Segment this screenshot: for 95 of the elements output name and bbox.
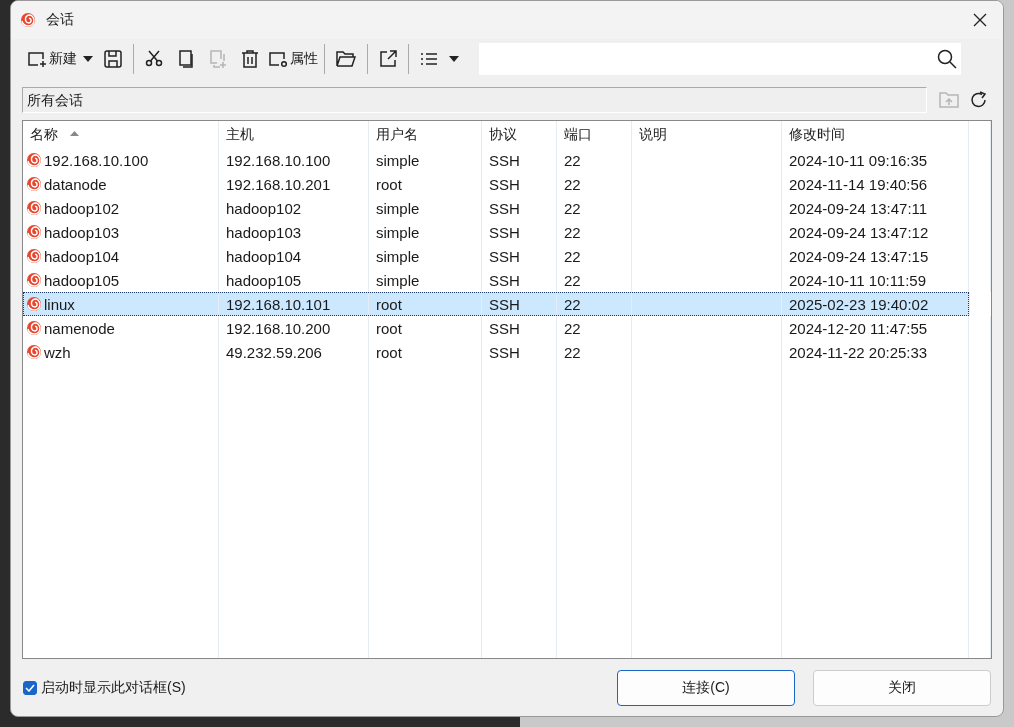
table-cell: hadoop105 [226, 271, 302, 289]
properties-icon [268, 50, 288, 68]
caret-icon[interactable] [449, 56, 459, 62]
table-cell: simple [376, 151, 420, 169]
table-cell: root [376, 295, 402, 313]
search-icon [937, 49, 957, 69]
table-cell: SSH [489, 271, 520, 289]
export-icon[interactable] [379, 50, 397, 68]
table-cell: 22 [564, 295, 581, 313]
snail-icon [26, 248, 42, 264]
snail-icon [26, 224, 42, 240]
checkbox[interactable] [23, 680, 37, 695]
properties-button[interactable]: 属性 [266, 45, 320, 73]
table-cell: 192.168.10.101 [226, 295, 331, 313]
table-cell: 2024-10-11 09:16:35 [789, 151, 928, 169]
snail-icon [26, 320, 42, 336]
table-cell: SSH [489, 223, 520, 241]
table-cell: 192.168.10.100 [226, 151, 331, 169]
session-name[interactable]: hadoop105 [44, 271, 120, 289]
table-cell: root [376, 175, 402, 193]
table-cell: 2024-12-20 11:47:55 [789, 319, 928, 337]
table-cell: simple [376, 223, 420, 241]
save-icon[interactable] [104, 50, 122, 68]
snail-icon [26, 176, 42, 192]
table-cell: 22 [564, 343, 581, 361]
table-cell: SSH [489, 175, 520, 193]
table-cell: 2024-11-22 20:25:33 [789, 343, 928, 361]
snail-icon [26, 152, 42, 168]
new-button[interactable]: 新建 [25, 45, 79, 73]
table-cell: 192.168.10.200 [226, 319, 331, 337]
session-name[interactable]: linux [44, 295, 75, 313]
scissors-icon[interactable] [145, 50, 163, 68]
close-dialog-button[interactable]: 关闭 [813, 669, 991, 706]
table-cell: 2024-09-24 13:47:15 [789, 247, 929, 265]
table-cell: 2025-02-23 19:40:02 [789, 295, 929, 313]
table-cell: 2024-09-24 13:47:11 [789, 199, 928, 217]
checkbox-label: 启动时显示此对话框(S) [41, 678, 186, 697]
table-cell: SSH [489, 295, 520, 313]
search-field[interactable] [479, 43, 961, 75]
session-name[interactable]: datanode [44, 175, 107, 193]
column-header[interactable]: 名称 [30, 125, 58, 144]
column-header[interactable]: 端口 [564, 125, 592, 144]
table-cell: 2024-10-11 10:11:59 [789, 271, 927, 289]
table-cell: 2024-09-24 13:47:12 [789, 223, 929, 241]
table-cell: 22 [564, 199, 581, 217]
session-name[interactable]: hadoop103 [44, 223, 120, 241]
table-cell: 22 [564, 151, 581, 169]
table-cell: 192.168.10.201 [226, 175, 331, 193]
table-cell: 2024-11-14 19:40:56 [789, 175, 928, 193]
table-cell: root [376, 319, 402, 337]
session-name[interactable]: hadoop104 [44, 247, 120, 265]
column-header[interactable]: 用户名 [376, 125, 418, 144]
refresh-icon[interactable] [969, 90, 989, 110]
snail-icon [26, 344, 42, 360]
path-field: 所有会话 [22, 87, 927, 113]
table-cell: hadoop104 [226, 247, 302, 265]
table-cell: 22 [564, 271, 581, 289]
table-cell: SSH [489, 199, 520, 217]
table-cell: simple [376, 247, 420, 265]
window-title: 会话 [46, 11, 74, 29]
table-cell: simple [376, 271, 420, 289]
table-cell: simple [376, 199, 420, 217]
table-cell: 49.232.59.206 [226, 343, 322, 361]
caret-icon[interactable] [83, 56, 93, 62]
snail-icon [26, 200, 42, 216]
column-header[interactable]: 协议 [489, 125, 517, 144]
table-cell: root [376, 343, 402, 361]
column-header[interactable]: 修改时间 [789, 125, 845, 144]
selected-row[interactable]: linux 192.168.10.101 root SSH 22 2025-02-23 19:40:02 [23, 292, 969, 316]
trash-icon[interactable] [241, 50, 259, 68]
table-cell: 22 [564, 223, 581, 241]
table-cell: SSH [489, 343, 520, 361]
table-cell: 22 [564, 247, 581, 265]
folder-icon[interactable] [336, 50, 356, 68]
session-name[interactable]: 192.168.10.100 [44, 151, 149, 169]
table-cell: hadoop103 [226, 223, 302, 241]
session-name[interactable]: namenode [44, 319, 115, 337]
column-header[interactable]: 主机 [226, 125, 254, 144]
session-name[interactable]: hadoop102 [44, 199, 120, 217]
session-name[interactable]: wzh [44, 343, 71, 361]
table-cell: SSH [489, 247, 520, 265]
snail-icon [20, 12, 36, 28]
copy-icon[interactable] [177, 50, 195, 68]
column-header[interactable]: 说明 [639, 125, 667, 144]
table-cell: SSH [489, 319, 520, 337]
snail-icon [26, 296, 42, 312]
table-cell: hadoop102 [226, 199, 302, 217]
connect-button[interactable]: 连接(C) [617, 669, 795, 706]
table-cell: 22 [564, 319, 581, 337]
close-icon[interactable] [973, 13, 987, 27]
table-cell: 22 [564, 175, 581, 193]
new-session-icon [27, 50, 47, 68]
list-icon[interactable] [420, 51, 438, 67]
table-cell: SSH [489, 151, 520, 169]
snail-icon [26, 272, 42, 288]
